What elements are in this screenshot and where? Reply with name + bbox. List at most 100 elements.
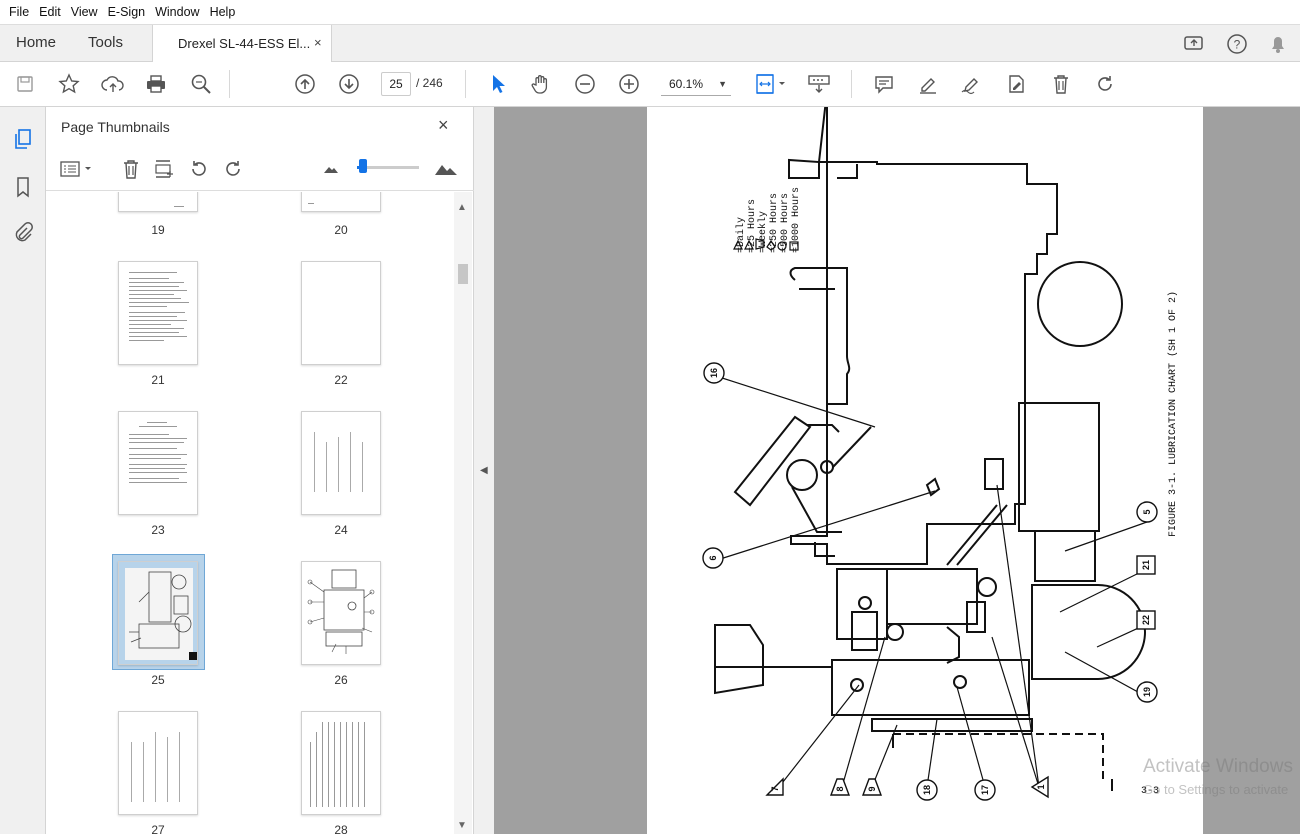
callout-1: 1 bbox=[1036, 784, 1046, 789]
callout-22: 22 bbox=[1141, 615, 1151, 625]
attachments-paperclip-icon[interactable] bbox=[11, 220, 35, 244]
thumbnail-page-19[interactable] bbox=[118, 192, 198, 212]
svg-text:?: ? bbox=[1234, 38, 1241, 52]
callout-7: 7 bbox=[770, 786, 780, 791]
thumbnail-scrollbar[interactable]: ▲ ▼ bbox=[454, 192, 472, 834]
thumbnail-options-icon[interactable] bbox=[59, 157, 97, 181]
menu-help[interactable]: Help bbox=[205, 5, 241, 19]
callout-8: 8 bbox=[835, 786, 845, 791]
thumbnail-label: 21 bbox=[151, 373, 165, 387]
insert-page-icon[interactable] bbox=[152, 157, 176, 181]
bookmark-star-icon[interactable] bbox=[56, 71, 82, 97]
activation-watermark-subtitle: Go to Settings to activate bbox=[1143, 782, 1289, 797]
next-page-icon[interactable] bbox=[336, 71, 362, 97]
thumbnail-page-25[interactable] bbox=[118, 561, 198, 665]
thumbnail-page-20[interactable] bbox=[301, 192, 381, 212]
hand-tool-icon[interactable] bbox=[528, 71, 554, 97]
tab-document-title: Drexel SL-44-ESS El... bbox=[178, 36, 311, 51]
scroll-up-icon[interactable]: ▲ bbox=[457, 202, 467, 213]
thumbnail-label: 27 bbox=[151, 823, 165, 834]
menu-edit[interactable]: Edit bbox=[34, 5, 66, 19]
callout-18: 18 bbox=[922, 785, 932, 795]
panel-collapse-strip[interactable]: ◀ bbox=[474, 107, 494, 834]
callout-19: 19 bbox=[1142, 687, 1152, 697]
collapse-panel-arrow-icon[interactable]: ◀ bbox=[480, 465, 488, 476]
zoom-in-icon[interactable] bbox=[616, 71, 642, 97]
zoom-level-select[interactable]: 60.1% ▼ bbox=[661, 72, 731, 96]
thumbnail-label: 23 bbox=[151, 523, 165, 537]
document-view[interactable]: =Daily =25 Hours =Weekly =250 Hours =500… bbox=[494, 107, 1300, 834]
menu-esign[interactable]: E-Sign bbox=[103, 5, 151, 19]
thumbnail-page-26[interactable] bbox=[301, 561, 381, 665]
thumbnail-label: 24 bbox=[334, 523, 348, 537]
menu-bar: File Edit View E-Sign Window Help bbox=[0, 0, 1300, 24]
panel-close-icon[interactable]: × bbox=[438, 115, 449, 136]
thumbnail-page-27[interactable] bbox=[118, 711, 198, 815]
thumbnail-page-21[interactable] bbox=[118, 261, 198, 365]
activation-watermark-title: Activate Windows bbox=[1143, 756, 1293, 777]
edit-pdf-icon[interactable] bbox=[1003, 71, 1029, 97]
slider-handle[interactable] bbox=[359, 159, 368, 173]
menu-file[interactable]: File bbox=[4, 5, 34, 19]
zoom-out-icon[interactable] bbox=[572, 71, 598, 97]
upload-cloud-icon[interactable] bbox=[100, 71, 126, 97]
delete-pages-icon[interactable] bbox=[119, 157, 143, 181]
share-screen-icon[interactable] bbox=[1182, 32, 1206, 56]
fit-page-icon[interactable] bbox=[752, 71, 788, 97]
rotate-icon[interactable] bbox=[1092, 71, 1118, 97]
thumbnail-label: 20 bbox=[334, 223, 348, 237]
lubrication-chart-drawing: =Daily =25 Hours =Weekly =250 Hours =500… bbox=[702, 107, 1179, 801]
save-icon[interactable] bbox=[12, 71, 38, 97]
menu-view[interactable]: View bbox=[66, 5, 103, 19]
thumbnail-page-28[interactable] bbox=[301, 711, 381, 815]
scroll-down-icon[interactable]: ▼ bbox=[457, 820, 467, 831]
tab-document[interactable]: Drexel SL-44-ESS El... × bbox=[152, 25, 332, 63]
thumbnail-grid: 19 20 21 22 23 24 25 26 27 28 bbox=[46, 192, 454, 834]
zoom-level-value: 60.1% bbox=[669, 77, 704, 91]
bookmarks-icon[interactable] bbox=[11, 175, 35, 199]
rotate-counterclockwise-icon[interactable] bbox=[187, 157, 211, 181]
tab-close-icon[interactable]: × bbox=[314, 35, 322, 50]
tab-tools[interactable]: Tools bbox=[88, 34, 123, 51]
panel-title: Page Thumbnails bbox=[61, 119, 170, 135]
previous-page-icon[interactable] bbox=[292, 71, 318, 97]
highlight-pen-icon[interactable] bbox=[915, 71, 941, 97]
page-total: / 246 bbox=[416, 76, 443, 90]
thumbnail-page-22[interactable] bbox=[301, 261, 381, 365]
callout-5: 5 bbox=[1142, 509, 1152, 514]
callout-16: 16 bbox=[709, 368, 719, 378]
navigation-rail bbox=[0, 107, 46, 834]
toolbar-separator bbox=[229, 70, 230, 98]
scrollbar-thumb[interactable] bbox=[458, 264, 468, 284]
small-thumbnails-icon[interactable] bbox=[319, 157, 343, 181]
thumbnail-label: 28 bbox=[334, 823, 348, 834]
delete-trash-icon[interactable] bbox=[1048, 71, 1074, 97]
page-thumbnails-icon[interactable] bbox=[11, 127, 35, 151]
callout-21: 21 bbox=[1141, 560, 1151, 570]
pdf-page: =Daily =25 Hours =Weekly =250 Hours =500… bbox=[647, 107, 1203, 834]
thumbnail-size-slider[interactable] bbox=[357, 159, 419, 173]
tab-home[interactable]: Home bbox=[16, 34, 56, 51]
main-toolbar: 25 / 246 60.1% ▼ bbox=[0, 62, 1300, 107]
sign-pen-icon[interactable] bbox=[958, 71, 984, 97]
figure-caption: FIGURE 3-1. LUBRICATION CHART (SH 1 OF 2… bbox=[1167, 291, 1179, 537]
print-icon[interactable] bbox=[143, 71, 169, 97]
notification-bell-icon[interactable] bbox=[1266, 32, 1290, 56]
rotate-clockwise-icon[interactable] bbox=[221, 157, 245, 181]
select-cursor-icon[interactable] bbox=[485, 71, 511, 97]
large-thumbnails-icon[interactable] bbox=[432, 157, 460, 181]
page-number-input[interactable]: 25 bbox=[381, 72, 411, 96]
thumbnail-page-23[interactable] bbox=[118, 411, 198, 515]
zoom-search-icon[interactable] bbox=[188, 71, 214, 97]
tab-bar: Home Tools Drexel SL-44-ESS El... × ? bbox=[0, 24, 1300, 63]
menu-window[interactable]: Window bbox=[150, 5, 204, 19]
page-thumbnails-panel: Page Thumbnails × 19 20 21 22 23 24 25 2… bbox=[46, 107, 474, 834]
callout-17: 17 bbox=[980, 785, 990, 795]
thumbnail-page-24[interactable] bbox=[301, 411, 381, 515]
thumbnail-label: 25 bbox=[151, 673, 165, 687]
scroll-mode-icon[interactable] bbox=[806, 71, 832, 97]
help-icon[interactable]: ? bbox=[1225, 32, 1249, 56]
comment-icon[interactable] bbox=[871, 71, 897, 97]
toolbar-separator bbox=[851, 70, 852, 98]
thumbnail-label: 22 bbox=[334, 373, 348, 387]
